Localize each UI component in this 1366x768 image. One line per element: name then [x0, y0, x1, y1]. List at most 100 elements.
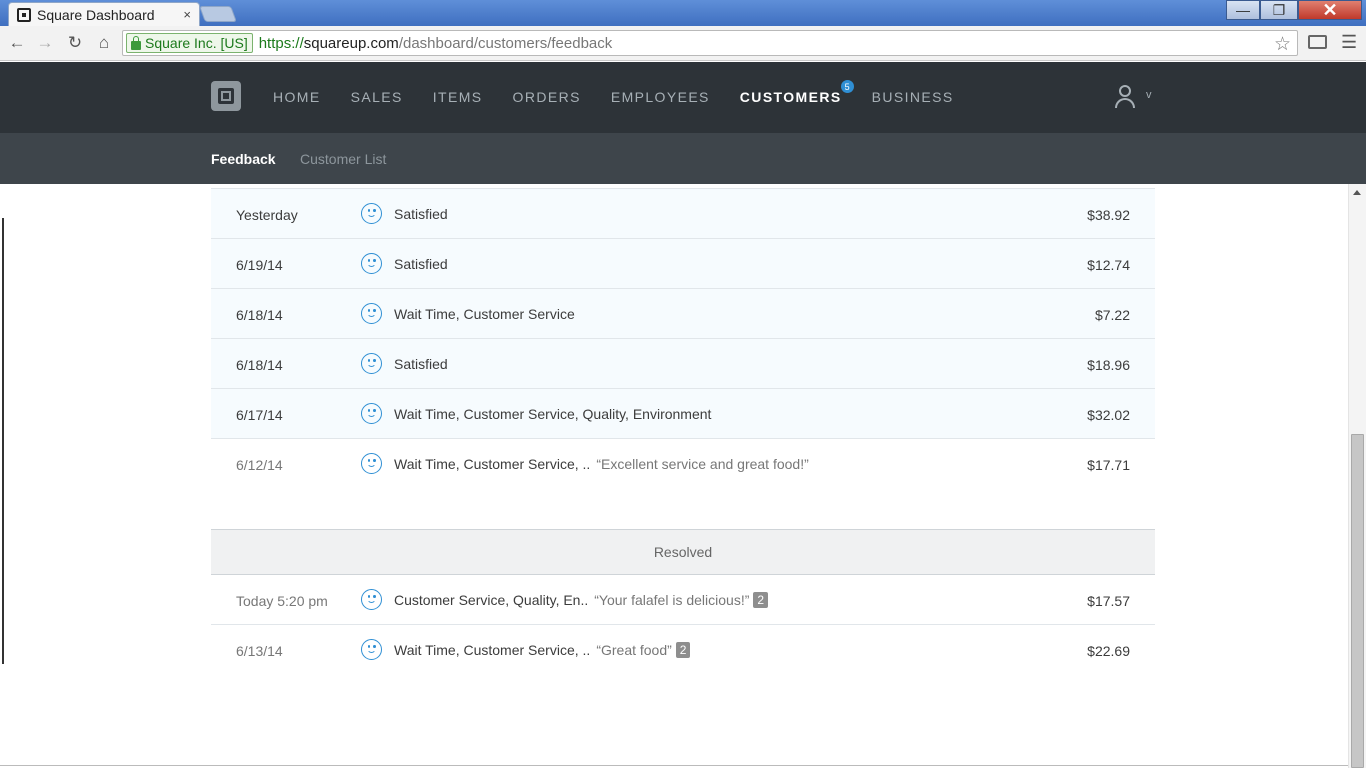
reload-icon[interactable]: ↻ — [64, 32, 86, 54]
bottom-divider — [0, 765, 1348, 766]
sub-nav: Feedback Customer List — [0, 133, 1366, 184]
url-text[interactable]: https://squareup.com/dashboard/customers… — [259, 35, 613, 52]
feedback-date: 6/18/14 — [236, 307, 283, 323]
feedback-tags: Wait Time, Customer Service, Quality, En… — [394, 406, 711, 422]
smiley-icon — [361, 403, 382, 424]
address-bar[interactable]: Square Inc. [US] https://squareup.com/da… — [122, 30, 1298, 56]
feedback-date: 6/17/14 — [236, 407, 283, 423]
feedback-tags-text: Wait Time, Customer Service, .. — [394, 456, 591, 472]
feedback-tags: Satisfied — [394, 256, 448, 272]
feedback-tags: Wait Time, Customer Service, .. “Excellen… — [394, 456, 809, 472]
nav-sales[interactable]: SALES — [351, 89, 403, 105]
back-icon[interactable]: ← — [6, 32, 28, 54]
feedback-comment: “Great food” — [596, 642, 672, 658]
feedback-tags: Satisfied — [394, 206, 448, 222]
nav-customers[interactable]: CUSTOMERS 5 — [739, 80, 854, 105]
feedback-tags-text: Wait Time, Customer Service, Quality, En… — [394, 406, 712, 422]
smiley-icon — [361, 253, 382, 274]
square-favicon-icon — [17, 7, 31, 22]
resolved-row[interactable]: Today 5:20 pm Customer Service, Quality,… — [211, 575, 1155, 625]
app-header: HOME SALES ITEMS ORDERS EMPLOYEES CUSTOM… — [0, 62, 1366, 133]
url-path: /dashboard/customers/feedback — [398, 34, 613, 52]
nav-home[interactable]: HOME — [273, 89, 321, 105]
feedback-tags: Wait Time, Customer Service — [394, 306, 575, 322]
feedback-amount: $17.71 — [1087, 457, 1130, 473]
lock-icon — [131, 35, 141, 50]
feedback-comment: “Your falafel is delicious!” — [594, 592, 750, 608]
left-edge-divider — [2, 218, 4, 664]
new-tab-button[interactable] — [199, 6, 237, 22]
feedback-amount: $17.57 — [1087, 593, 1130, 609]
feedback-tags-text: Wait Time, Customer Service — [394, 306, 575, 322]
resolved-row[interactable]: 6/13/14 Wait Time, Customer Service, .. “… — [211, 625, 1155, 675]
menu-icon[interactable]: ☰ — [1341, 32, 1357, 53]
feedback-list: Yesterday Satisfied $38.92 6/19/14 Satis… — [211, 188, 1155, 675]
cast-icon[interactable] — [1308, 35, 1327, 49]
tab-close-icon[interactable]: × — [183, 7, 191, 22]
smiley-icon — [361, 203, 382, 224]
main-nav: HOME SALES ITEMS ORDERS EMPLOYEES CUSTOM… — [273, 80, 984, 105]
url-host: squareup.com — [303, 34, 399, 52]
feedback-amount: $7.22 — [1094, 307, 1130, 323]
smiley-icon — [361, 639, 382, 660]
close-window-button[interactable]: ✕ — [1298, 0, 1362, 20]
scroll-up-arrow-icon[interactable] — [1353, 190, 1361, 195]
tab-customer-list[interactable]: Customer List — [300, 151, 386, 167]
feedback-tags-text: Satisfied — [394, 356, 448, 372]
feedback-date: Yesterday — [236, 207, 298, 223]
forward-icon[interactable]: → — [34, 32, 56, 54]
ev-name: Square Inc. [US] — [145, 35, 248, 51]
feedback-tags-text: Customer Service, Quality, En.. — [394, 592, 589, 608]
feedback-row[interactable]: 6/18/14 Satisfied $18.96 — [211, 339, 1155, 389]
message-count-badge: 2 — [675, 642, 691, 658]
message-count-badge: 2 — [753, 592, 769, 608]
nav-customers-label: CUSTOMERS — [739, 89, 842, 105]
smiley-icon — [361, 589, 382, 610]
square-logo-icon[interactable] — [211, 81, 241, 111]
nav-items[interactable]: ITEMS — [433, 89, 483, 105]
chevron-down-icon[interactable]: v — [1146, 89, 1152, 101]
resolved-section-header: Resolved — [211, 529, 1155, 575]
tab-feedback[interactable]: Feedback — [211, 151, 276, 167]
feedback-amount: $38.92 — [1087, 207, 1130, 223]
feedback-row[interactable]: 6/18/14 Wait Time, Customer Service $7.2… — [211, 289, 1155, 339]
feedback-row[interactable]: Yesterday Satisfied $38.92 — [211, 189, 1155, 239]
feedback-date: 6/13/14 — [236, 643, 283, 659]
nav-business[interactable]: BUSINESS — [872, 89, 954, 105]
url-scheme: https:// — [258, 34, 304, 52]
feedback-date: 6/18/14 — [236, 357, 283, 373]
feedback-date: 6/19/14 — [236, 257, 283, 273]
feedback-amount: $32.02 — [1087, 407, 1130, 423]
feedback-tags-text: Satisfied — [394, 256, 448, 272]
smiley-icon — [361, 453, 382, 474]
feedback-amount: $22.69 — [1087, 643, 1130, 659]
browser-tab[interactable]: Square Dashboard × — [8, 2, 200, 26]
maximize-button[interactable]: ❐ — [1260, 0, 1298, 20]
tab-title: Square Dashboard — [37, 6, 155, 23]
star-icon[interactable]: ☆ — [1274, 33, 1291, 56]
browser-titlebar: Square Dashboard × — ❐ ✕ — [0, 0, 1366, 26]
minimize-button[interactable]: — — [1226, 0, 1260, 20]
ev-certificate-badge[interactable]: Square Inc. [US] — [126, 33, 253, 53]
feedback-date: Today 5:20 pm — [236, 593, 328, 609]
page-scrollbar[interactable] — [1348, 184, 1366, 768]
feedback-tags: Satisfied — [394, 356, 448, 372]
smiley-icon — [361, 303, 382, 324]
feedback-tags: Wait Time, Customer Service, .. “Great fo… — [394, 642, 691, 658]
user-avatar-icon[interactable] — [1115, 85, 1135, 109]
browser-toolbar: ← → ↻ ⌂ Square Inc. [US] https://squareu… — [0, 26, 1366, 61]
feedback-tags-text: Satisfied — [394, 206, 448, 222]
feedback-date: 6/12/14 — [236, 457, 283, 473]
feedback-row[interactable]: 6/19/14 Satisfied $12.74 — [211, 239, 1155, 289]
feedback-row[interactable]: 6/12/14 Wait Time, Customer Service, .. “… — [211, 439, 1155, 489]
feedback-tags-text: Wait Time, Customer Service, .. — [394, 642, 591, 658]
smiley-icon — [361, 353, 382, 374]
nav-employees[interactable]: EMPLOYEES — [611, 89, 710, 105]
scroll-thumb[interactable] — [1351, 434, 1364, 768]
feedback-amount: $18.96 — [1087, 357, 1130, 373]
feedback-row[interactable]: 6/17/14 Wait Time, Customer Service, Qua… — [211, 389, 1155, 439]
notification-badge: 5 — [840, 80, 854, 93]
feedback-tags: Customer Service, Quality, En.. “Your fal… — [394, 592, 769, 608]
nav-orders[interactable]: ORDERS — [513, 89, 581, 105]
home-icon[interactable]: ⌂ — [93, 32, 115, 54]
